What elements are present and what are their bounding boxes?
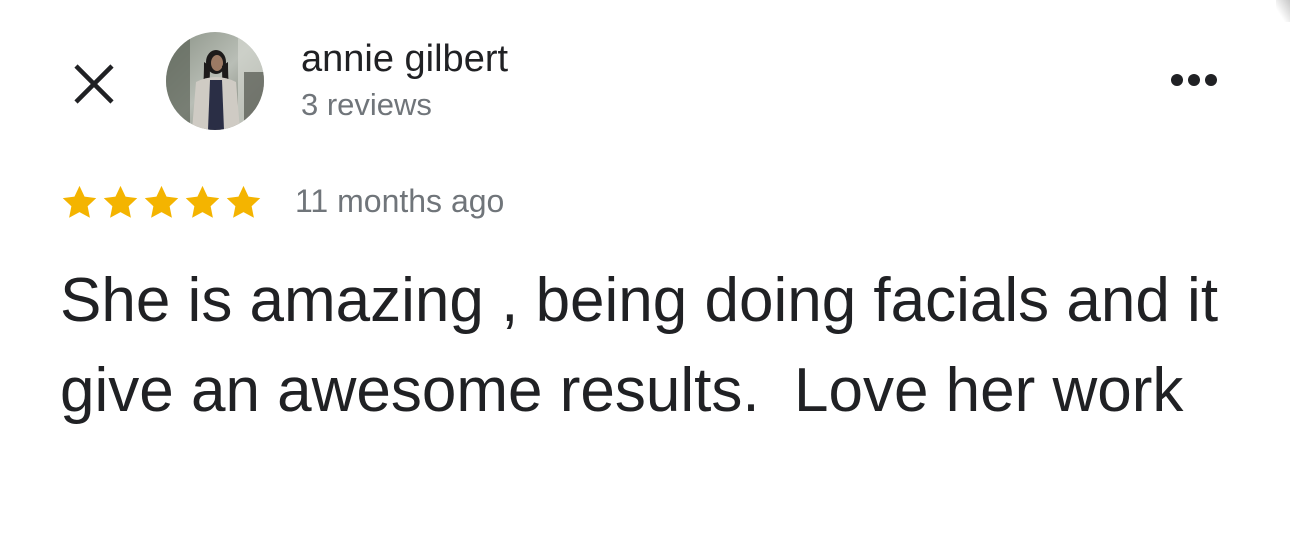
close-icon <box>74 64 114 104</box>
reviewer-review-count: 3 reviews <box>301 87 432 122</box>
close-button[interactable] <box>66 56 122 112</box>
star-icon <box>144 185 179 218</box>
corner-shadow <box>1276 0 1290 22</box>
profile-photo <box>166 32 264 130</box>
reviewer-name[interactable]: annie gilbert <box>301 36 508 82</box>
review-date: 11 months ago <box>295 183 505 219</box>
star-icon <box>103 185 138 218</box>
review-text: She is amazing , being doing facials and… <box>60 266 1236 425</box>
more-options-button[interactable] <box>1162 56 1226 104</box>
star-icon <box>185 185 220 218</box>
star-icon <box>62 185 97 218</box>
star-icon <box>226 185 261 218</box>
avatar[interactable] <box>166 32 264 130</box>
more-options-icon <box>1171 74 1217 86</box>
star-rating <box>60 182 263 222</box>
